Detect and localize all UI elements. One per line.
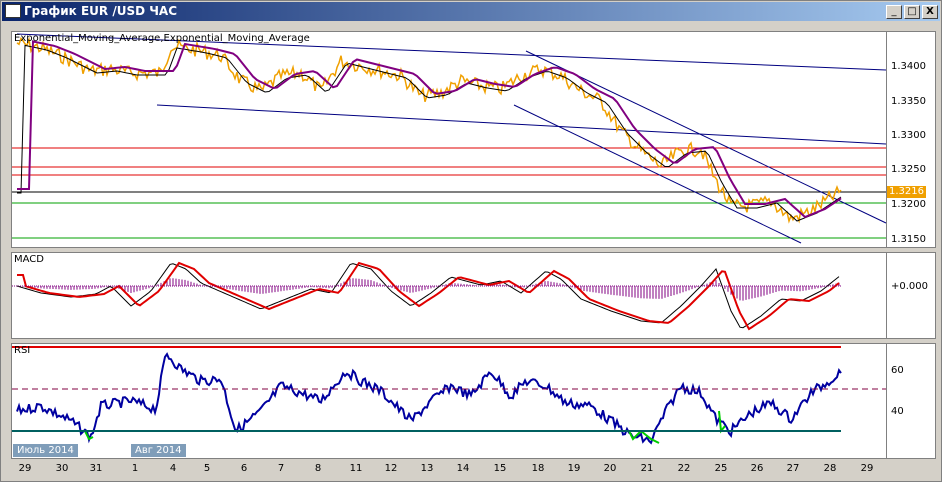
time-tick: 13 — [420, 463, 434, 474]
time-tick: 20 — [603, 463, 617, 474]
time-tick: 19 — [567, 463, 581, 474]
time-tick: 26 — [750, 463, 764, 474]
price-tick: 1.3400 — [891, 61, 926, 72]
time-tick: 21 — [640, 463, 654, 474]
time-tick: 25 — [714, 463, 728, 474]
current-price-badge: 1.3216 — [887, 186, 926, 198]
time-tick: 1 — [131, 463, 139, 474]
time-tick: 28 — [823, 463, 837, 474]
price-tick: 1.3200 — [891, 199, 926, 210]
time-tick: 14 — [456, 463, 470, 474]
time-tick: 4 — [169, 463, 177, 474]
time-tick: 30 — [55, 463, 69, 474]
time-tick: 8 — [314, 463, 322, 474]
macd-label: MACD — [14, 254, 44, 265]
time-tick: 27 — [786, 463, 800, 474]
time-tick: 18 — [531, 463, 545, 474]
time-tick: 11 — [349, 463, 363, 474]
time-tick: 15 — [493, 463, 507, 474]
chart-drawing — [12, 33, 887, 445]
price-tick: 1.3150 — [891, 234, 926, 245]
rsi-label: RSI — [14, 345, 31, 356]
macd-tick: +0.000 — [891, 281, 929, 292]
price-tick: 1.3350 — [891, 96, 926, 107]
time-tick: 29 — [860, 463, 874, 474]
time-tick: 22 — [677, 463, 691, 474]
month-marker: Авг 2014 — [131, 444, 186, 457]
chart-window: График EUR /USD ЧАС _ □ X Exponential_Mo — [0, 0, 942, 482]
price-tick: 1.3300 — [891, 130, 926, 141]
rsi-tick: 40 — [891, 406, 904, 417]
rsi-tick: 60 — [891, 365, 904, 376]
time-tick: 29 — [18, 463, 32, 474]
month-marker: Июль 2014 — [13, 444, 78, 457]
time-tick: 5 — [203, 463, 211, 474]
time-tick: 12 — [384, 463, 398, 474]
time-tick: 31 — [89, 463, 103, 474]
time-tick: 7 — [277, 463, 285, 474]
time-tick: 6 — [240, 463, 248, 474]
price-tick: 1.3250 — [891, 164, 926, 175]
price-indicator-label: Exponential_Moving_Average,Exponential_M… — [14, 33, 310, 44]
